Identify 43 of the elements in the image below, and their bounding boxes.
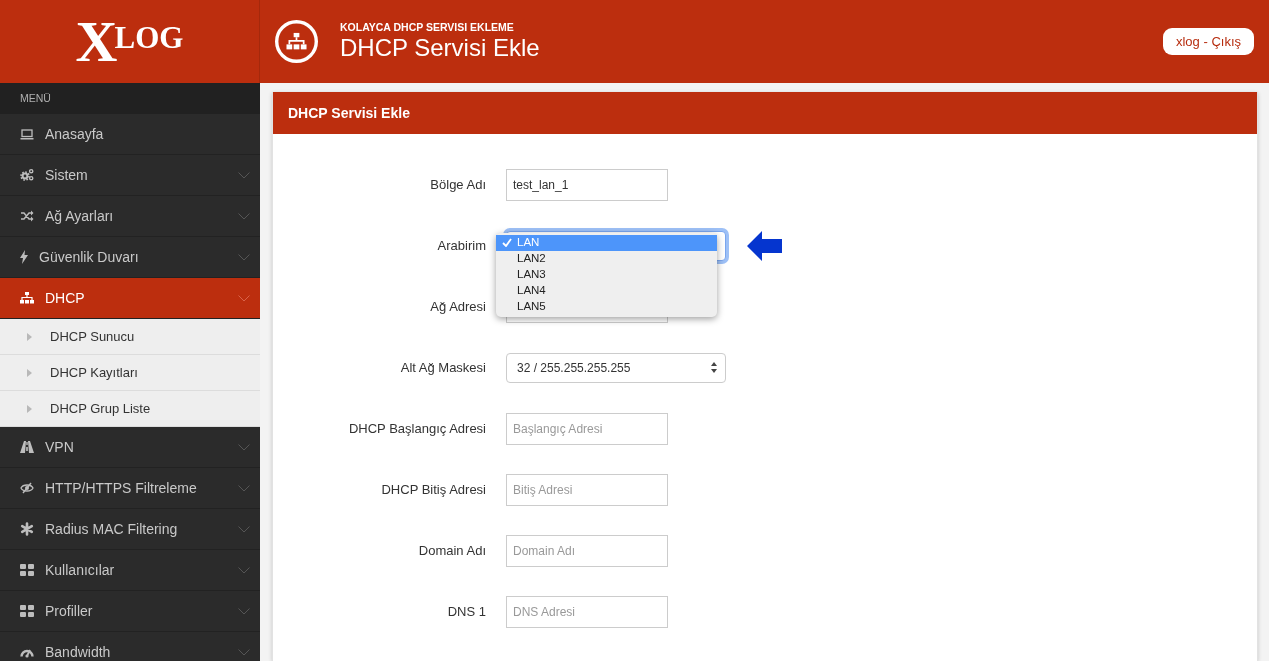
submenu-item[interactable]: DHCP Sunucu <box>0 319 260 355</box>
dropdown-option[interactable]: LAN3 <box>496 266 717 283</box>
sidebar-item[interactable]: DHCP <box>0 278 260 319</box>
dropdown-option[interactable]: LAN4 <box>496 282 717 299</box>
grid-icon <box>20 604 34 618</box>
caret-right-icon <box>27 332 32 341</box>
field-label: DHCP Bitiş Adresi <box>380 480 486 499</box>
text-field[interactable]: DNS Adresi <box>506 595 668 628</box>
caret-right-icon <box>27 404 32 413</box>
bolt-icon <box>20 250 28 264</box>
field-label: Arabirim <box>436 236 486 255</box>
checkmark-icon <box>502 238 512 247</box>
field-label: Domain Adı <box>417 541 486 560</box>
text-field[interactable]: Bitiş Adresi <box>506 473 668 506</box>
field-label: Bölge Adı <box>429 175 486 194</box>
page-subtitle: KOLAYCA DHCP SERVISI EKLEME <box>340 21 515 34</box>
panel-header: DHCP Servisi Ekle <box>273 92 1257 134</box>
menu-heading: MENÜ <box>0 83 260 114</box>
submenu-item[interactable]: DHCP Grup Liste <box>0 391 260 427</box>
field-label: DNS 1 <box>446 602 486 621</box>
up-down-arrows-icon <box>711 362 717 373</box>
laptop-icon <box>20 127 34 141</box>
text-field[interactable]: test_lan_1 <box>506 168 668 201</box>
dropdown-option[interactable]: LAN5 <box>496 298 717 315</box>
field-label: DHCP Başlangıç Adresi <box>347 419 486 438</box>
field-label: Ağ Adresi <box>429 297 486 316</box>
submenu-item[interactable]: DHCP Kayıtları <box>0 355 260 391</box>
shuffle-icon <box>20 209 34 223</box>
gears-icon <box>20 168 34 182</box>
sitemap-icon <box>20 291 34 305</box>
asterisk-icon <box>20 522 34 536</box>
eye-slash-icon <box>20 481 34 495</box>
page-title: DHCP Servisi Ekle <box>340 34 540 62</box>
field-label: Alt Ağ Maskesi <box>399 358 486 377</box>
select-field[interactable]: 32 / 255.255.255.255 <box>506 352 726 383</box>
caret-right-icon <box>27 368 32 377</box>
road-icon <box>20 440 34 454</box>
dropdown-option[interactable]: LAN2 <box>496 250 717 267</box>
account-logout-link[interactable]: xlog - Çıkış <box>1163 28 1254 55</box>
sitemap-icon <box>275 20 318 63</box>
text-field[interactable]: Başlangıç Adresi <box>506 412 668 445</box>
grid-icon <box>20 563 34 577</box>
text-field[interactable]: Domain Adı <box>506 534 668 567</box>
